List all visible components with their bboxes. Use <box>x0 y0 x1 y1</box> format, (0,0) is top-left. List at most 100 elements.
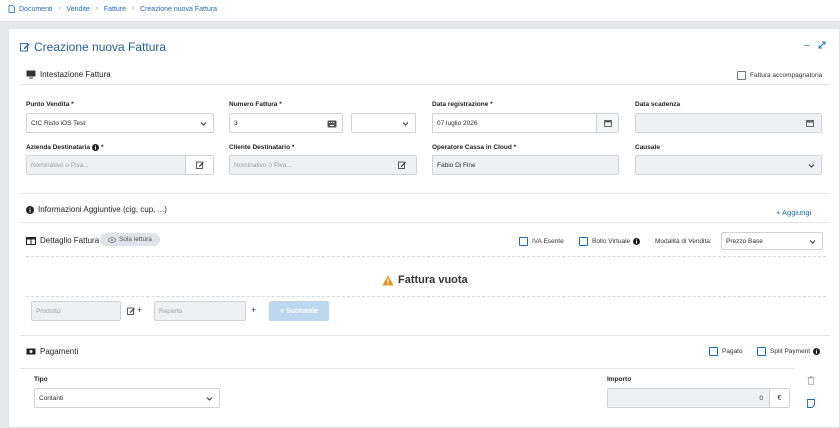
numero-fattura-label: Numero Fattura * <box>229 101 282 108</box>
punto-vendita-label: Punto Vendita * <box>26 101 74 108</box>
split-payment-label: Split Payment <box>770 348 821 355</box>
chevron-down-icon <box>402 122 409 126</box>
edit-icon[interactable] <box>185 156 213 174</box>
page-title: Creazione nuova Fattura <box>20 40 166 54</box>
azienda-destinataria-placeholder: Nominativo o Piva... <box>31 161 89 169</box>
breadcrumb-separator: › <box>58 6 61 12</box>
cliente-destinatario-label: Cliente Destinatario * <box>229 144 295 151</box>
bollo-virtuale-text: Bollo Virtuale <box>592 238 631 245</box>
breadcrumb: Documenti › Vendite › Fatture › Creazion… <box>8 5 217 13</box>
dashed-divider <box>26 296 826 297</box>
divider <box>20 193 830 194</box>
importo-input[interactable]: 0 € <box>607 388 790 408</box>
info-icon[interactable] <box>91 144 99 151</box>
breadcrumb-separator: › <box>132 6 135 12</box>
breadcrumb-fatture[interactable]: Fatture <box>104 6 126 13</box>
info-aggiuntive-header[interactable]: Informazioni Aggiuntive (cig, cup, ...) <box>26 205 167 214</box>
split-payment-text: Split Payment <box>770 348 811 355</box>
tipo-select[interactable]: Contanti <box>34 388 220 408</box>
dashed-divider <box>26 256 826 257</box>
bollo-virtuale-checkbox[interactable] <box>579 237 588 246</box>
pagato-label: Pagato <box>722 348 743 355</box>
aggiungi-link[interactable]: + Aggiungi <box>776 208 811 217</box>
data-scadenza-input[interactable] <box>635 113 822 133</box>
info-icon[interactable] <box>633 238 641 245</box>
divider <box>20 368 795 369</box>
calendar-icon[interactable] <box>799 114 821 132</box>
breadcrumb-current: Creazione nuova Fattura <box>140 5 218 13</box>
iva-esente-label: IVA Esente <box>532 238 564 245</box>
prodotto-input[interactable]: Prodotto <box>31 301 121 321</box>
sezionale-select[interactable] <box>351 113 416 133</box>
divider <box>20 84 830 85</box>
azienda-destinataria-label-text: Azienda Destinataria <box>26 144 90 151</box>
edit-icon[interactable] <box>388 156 416 174</box>
reparto-placeholder: Reparto <box>159 307 183 315</box>
numero-fattura-input[interactable]: 3 <box>229 113 343 133</box>
sola-lettura-badge[interactable]: Sola lettura <box>100 233 160 246</box>
chevron-down-icon <box>206 397 213 401</box>
required-marker: * <box>100 144 104 151</box>
money-icon <box>26 348 36 355</box>
dettaglio-title: Dettaglio Fattura <box>40 236 100 245</box>
euro-icon: € <box>769 389 789 407</box>
intestazione-title: Intestazione Fattura <box>40 70 111 79</box>
causale-label: Causale <box>635 144 660 151</box>
importo-value: 0 <box>759 394 763 402</box>
chevron-down-icon <box>809 240 816 244</box>
info-icon[interactable] <box>813 348 821 355</box>
document-icon <box>8 5 15 13</box>
tipo-value: Contanti <box>39 394 64 402</box>
eye-icon <box>108 236 116 243</box>
chevron-down-icon <box>200 122 207 126</box>
data-registrazione-label: Data registrazione * <box>432 101 493 108</box>
cliente-destinatario-placeholder: Nominativo o Piva... <box>234 161 292 169</box>
numero-fattura-value: 3 <box>234 119 238 127</box>
warning-icon <box>382 275 394 285</box>
add-reparto-button[interactable]: + <box>251 305 256 315</box>
operatore-cassa-label: Operatore Cassa in Cloud * <box>432 144 517 151</box>
breadcrumb-documenti[interactable]: Documenti <box>19 6 52 13</box>
reparto-input[interactable]: Reparto <box>154 301 246 321</box>
modalita-vendita-select[interactable]: Prezzo Base <box>721 232 823 250</box>
pagato-checkbox[interactable] <box>709 347 718 356</box>
accompagnatoria-checkbox[interactable] <box>737 71 746 80</box>
bollo-virtuale-label: Bollo Virtuale <box>592 238 641 245</box>
monitor-icon <box>26 70 36 79</box>
breadcrumb-separator: › <box>95 6 98 12</box>
dettaglio-header: Dettaglio Fattura <box>26 236 99 245</box>
info-icon <box>26 205 34 214</box>
modalita-vendita-label: Modalità di Vendita: <box>655 238 712 245</box>
azienda-destinataria-input[interactable]: Nominativo o Piva... <box>26 155 214 175</box>
subtotale-button[interactable]: + Subtotale <box>269 301 329 321</box>
causale-select[interactable] <box>635 155 822 175</box>
punto-vendita-select[interactable]: CIC Risto iOS Test <box>26 113 214 133</box>
empty-state: Fattura vuota <box>382 274 468 286</box>
expand-icon[interactable] <box>818 41 826 49</box>
divider <box>20 222 830 223</box>
azienda-destinataria-label: Azienda Destinataria * <box>26 144 103 151</box>
pagamenti-header: Pagamenti <box>26 347 78 356</box>
edit-icon[interactable] <box>127 307 135 315</box>
pagamenti-title: Pagamenti <box>40 347 79 356</box>
intestazione-header: Intestazione Fattura <box>26 70 111 79</box>
iva-esente-checkbox[interactable] <box>519 237 528 246</box>
empty-state-text: Fattura vuota <box>398 274 468 286</box>
trash-icon[interactable] <box>807 376 815 385</box>
operatore-cassa-value: Fabio Di Fine <box>437 161 476 169</box>
operatore-cassa-input[interactable]: Fabio Di Fine <box>432 155 619 175</box>
keyboard-icon[interactable] <box>327 120 337 128</box>
table-icon <box>26 236 36 245</box>
importo-label: Importo <box>607 376 632 383</box>
tipo-label: Tipo <box>34 376 48 383</box>
breadcrumb-vendite[interactable]: Vendite <box>66 6 89 13</box>
data-registrazione-input[interactable]: 07 luglio 2026 <box>432 113 619 133</box>
minimize-icon[interactable]: – <box>804 40 810 51</box>
note-icon[interactable] <box>807 399 815 408</box>
calendar-icon[interactable] <box>596 114 618 132</box>
info-aggiuntive-title: Informazioni Aggiuntive (cig, cup, ...) <box>38 205 167 214</box>
add-prodotto-button[interactable]: + <box>137 305 142 315</box>
cliente-destinatario-input[interactable]: Nominativo o Piva... <box>229 155 417 175</box>
split-payment-checkbox[interactable] <box>757 347 766 356</box>
modalita-vendita-value: Prezzo Base <box>726 237 763 245</box>
